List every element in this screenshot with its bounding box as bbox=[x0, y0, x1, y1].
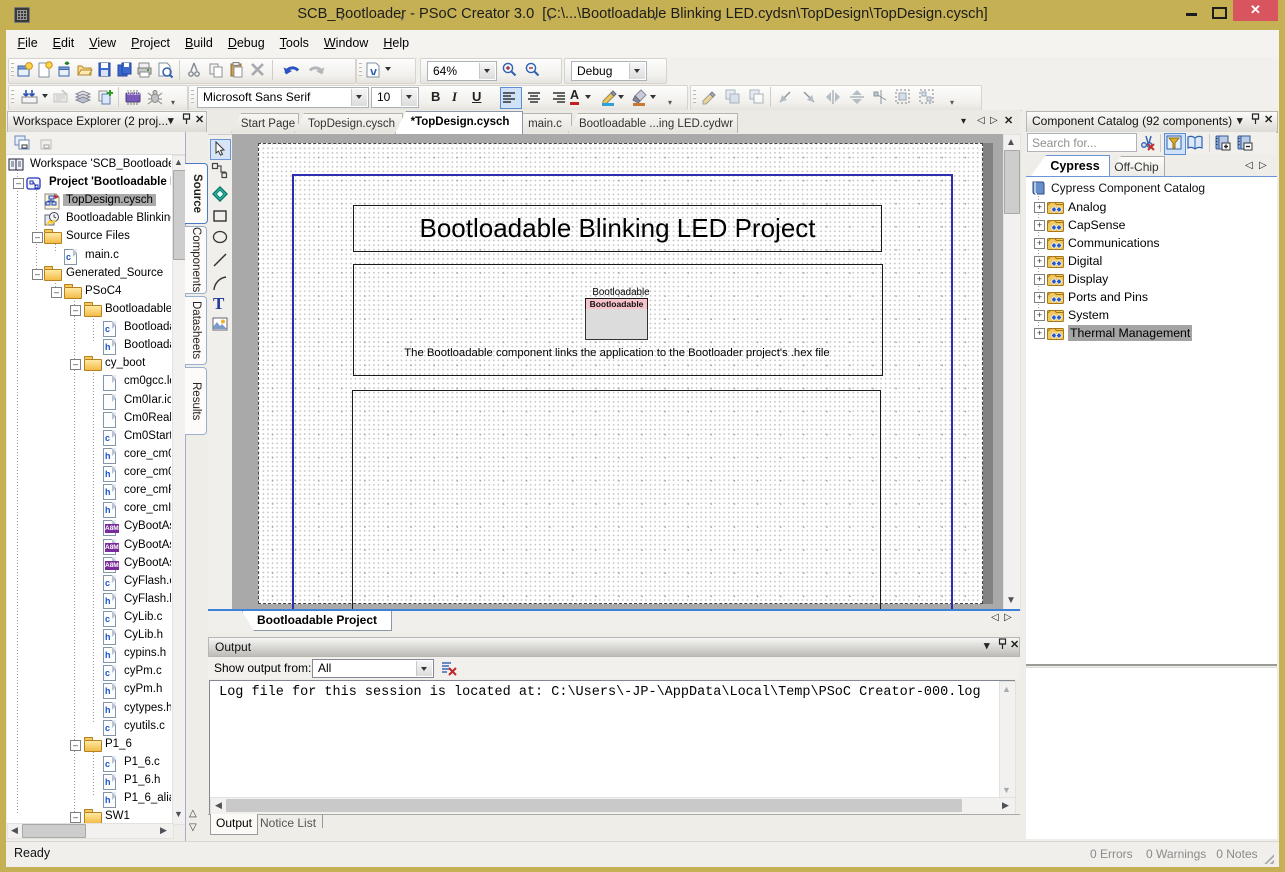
svg-text:0010: 0010 bbox=[127, 91, 141, 97]
